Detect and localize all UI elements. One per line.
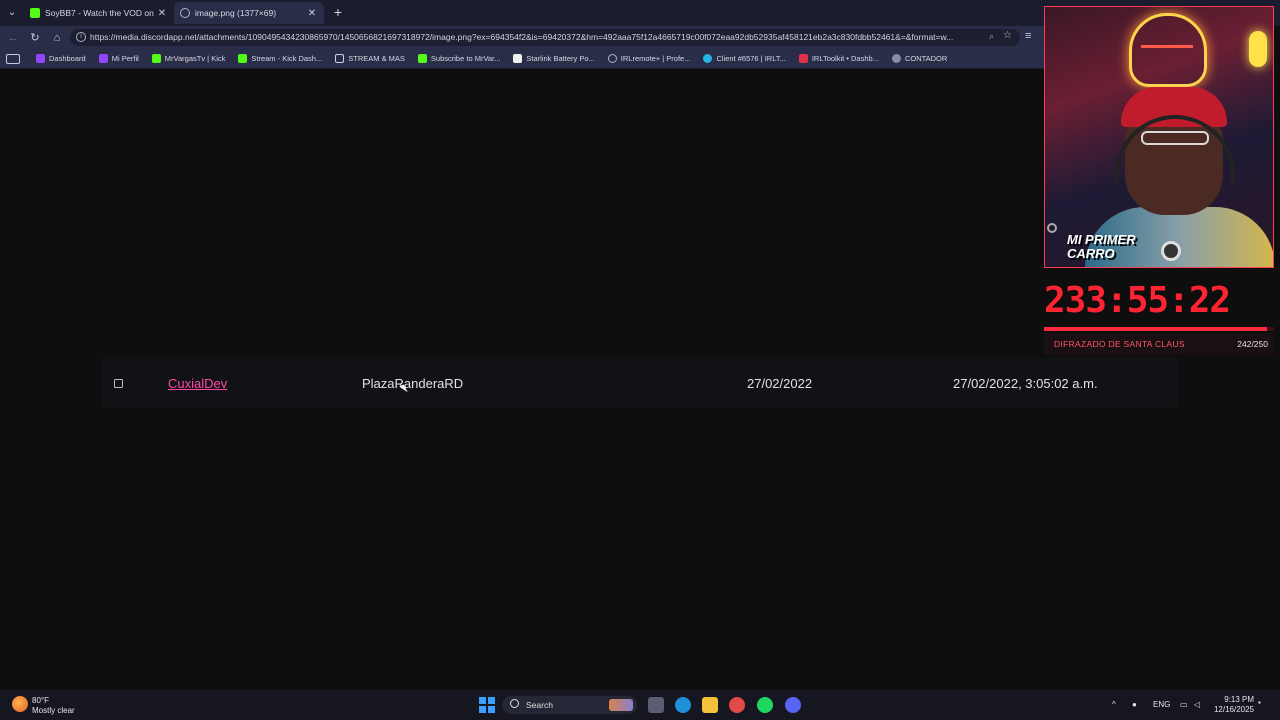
bookmarks-bar: Dashboard Mi Perfil MrVargasTv | Kick St… <box>0 49 1044 69</box>
tab-search-icon[interactable]: ⌄ <box>4 5 20 21</box>
close-icon[interactable]: ✕ <box>156 8 168 19</box>
start-button[interactable] <box>479 697 495 713</box>
bookmark-contador[interactable]: CONTADOR <box>891 54 948 63</box>
back-arrow-icon[interactable]: ← <box>6 31 20 45</box>
irltoolkit-icon <box>798 54 808 63</box>
clock-time: 9:13 PM <box>1224 695 1254 704</box>
bookmark-label: IRLremote+ | Profe... <box>620 54 691 63</box>
bookmark-irlremote[interactable]: IRLremote+ | Profe... <box>607 54 691 63</box>
twitch-icon <box>36 54 45 63</box>
system-clock[interactable]: 9:13 PM 12/16/2025 <box>1212 695 1254 715</box>
notification-icon[interactable]: ▪ <box>1258 698 1261 707</box>
name-cell: PlazaRanderaRD <box>362 376 464 391</box>
weather-temp[interactable]: 80°F <box>32 696 49 705</box>
tab-title: image.png (1377×69) <box>195 8 277 18</box>
streamer-glasses <box>1141 131 1209 145</box>
neon-banana <box>1249 31 1267 67</box>
taskbar: 80°F Mostly clear Search ^ ● ENG ▭ ◁ 9:1… <box>0 690 1280 720</box>
screen: ⌄ SoyBB7 - Watch the VOD on Kick ✕ image… <box>0 0 1280 720</box>
bookmark-subscribe[interactable]: Subscribe to MrVar... <box>417 54 501 63</box>
goal-count: 242/250 <box>1237 339 1268 349</box>
goal-progress-fill <box>1044 327 1267 331</box>
bookmark-label: CONTADOR <box>904 54 948 63</box>
bookmark-client[interactable]: Client #6576 | IRLT... <box>703 54 786 63</box>
bookmark-irltoolkit[interactable]: IRLToolkit • Dashb... <box>798 54 879 63</box>
language-indicator[interactable]: ENG <box>1153 700 1170 709</box>
webcam-overlay: MI PRIMER CARRO <box>1044 6 1274 268</box>
bookmark-star-icon[interactable]: ☆ <box>1003 30 1012 41</box>
bookmark-label: Stream - Kick Dash... <box>251 54 323 63</box>
twitch-icon <box>98 54 108 63</box>
file-explorer-icon[interactable] <box>702 697 718 713</box>
spotify-icon[interactable] <box>757 697 773 713</box>
edge-icon[interactable] <box>675 697 691 713</box>
globe-icon <box>180 8 190 18</box>
search-highlight-icon <box>609 699 633 711</box>
discord-icon[interactable] <box>785 697 801 713</box>
contador-icon <box>891 54 901 63</box>
sidebar-icon[interactable] <box>6 53 20 64</box>
bookmark-stream-mas[interactable]: STREAM & MAS <box>335 54 405 63</box>
goal-progress-bar <box>1044 327 1274 331</box>
document-icon <box>513 54 523 63</box>
reload-icon[interactable]: ↻ <box>28 31 42 45</box>
bookmark-dashboard[interactable]: Dashboard <box>36 54 86 63</box>
kick-icon <box>238 54 248 63</box>
webcam-caption: MI PRIMER CARRO <box>1067 232 1136 261</box>
username-link[interactable]: CuxialDev <box>168 376 227 391</box>
date-cell: 27/02/2022 <box>747 376 813 391</box>
zoom-icon[interactable]: ⌕ <box>989 31 994 42</box>
taskbar-search[interactable]: Search <box>502 696 637 714</box>
datetime-cell: 27/02/2022, 3:05:02 a.m. <box>953 376 1098 391</box>
search-label: Search <box>526 700 553 710</box>
bookmark-label: Client #6576 | IRLT... <box>716 54 786 63</box>
bookmark-mrvargastv-kick[interactable]: MrVargasTv | Kick <box>151 54 226 63</box>
folder-icon <box>335 54 345 63</box>
volume-icon[interactable]: ◁ <box>1194 700 1200 709</box>
bookmark-label: Mi Perfil <box>111 54 139 63</box>
goal-label: DIFRAZADO DE SANTA CLAUS <box>1054 339 1185 349</box>
url-text[interactable]: https://media.discordapp.net/attachments… <box>90 32 975 42</box>
address-bar[interactable]: i https://media.discordapp.net/attachmen… <box>70 29 1020 46</box>
globe-icon <box>607 54 617 63</box>
bookmark-label: MrVargasTv | Kick <box>164 54 226 63</box>
extensions-icon[interactable]: ≡ <box>1025 30 1031 42</box>
chrome-icon[interactable] <box>729 697 745 713</box>
tab-kick-vod[interactable]: SoyBB7 - Watch the VOD on Kick ✕ <box>24 2 174 24</box>
kick-icon <box>151 54 161 63</box>
row-checkbox[interactable] <box>114 379 123 388</box>
kick-icon <box>30 8 40 18</box>
browser-toolbar: ← ↻ ⌂ i https://media.discordapp.net/att… <box>0 26 1044 49</box>
bookmark-label: Starlink Battery Po... <box>526 54 595 63</box>
table-row: CuxialDev PlazaRanderaRD 27/02/2022 27/0… <box>102 357 1178 407</box>
tab-image-png[interactable]: image.png (1377×69) ✕ <box>174 2 324 24</box>
steering-wheel-icon <box>1161 241 1181 261</box>
kick-icon <box>417 54 427 63</box>
wheel-icon <box>1047 223 1057 233</box>
close-icon[interactable]: ✕ <box>306 8 318 19</box>
home-icon[interactable]: ⌂ <box>50 31 64 45</box>
subathon-timer: 233:55:22 <box>1044 280 1231 321</box>
microphone-icon[interactable]: ● <box>1132 700 1137 709</box>
bookmark-label: Dashboard <box>49 54 86 63</box>
site-info-icon[interactable]: i <box>76 32 86 42</box>
clock-date: 12/16/2025 <box>1213 705 1254 714</box>
goal-panel: DIFRAZADO DE SANTA CLAUS 242/250 <box>1044 333 1274 355</box>
weather-desc[interactable]: Mostly clear <box>32 706 75 715</box>
search-icon <box>510 699 519 708</box>
bookmark-starlink[interactable]: Starlink Battery Po... <box>513 54 595 63</box>
new-tab-button[interactable]: + <box>330 4 346 20</box>
cloud-icon <box>703 54 713 63</box>
task-view-icon[interactable] <box>648 697 664 713</box>
tab-title: SoyBB7 - Watch the VOD on Kick <box>45 8 156 18</box>
weather-icon[interactable] <box>12 696 28 712</box>
tray-overflow-icon[interactable]: ^ <box>1112 700 1116 709</box>
bookmark-stream-kick-dash[interactable]: Stream - Kick Dash... <box>238 54 322 63</box>
neon-sign-detail <box>1141 45 1193 55</box>
network-icon[interactable]: ▭ <box>1180 700 1188 709</box>
bookmark-mi-perfil[interactable]: Mi Perfil <box>98 54 139 63</box>
bookmark-label: Subscribe to MrVar... <box>430 54 501 63</box>
bookmark-label: STREAM & MAS <box>348 54 405 63</box>
bookmark-label: IRLToolkit • Dashb... <box>811 54 879 63</box>
